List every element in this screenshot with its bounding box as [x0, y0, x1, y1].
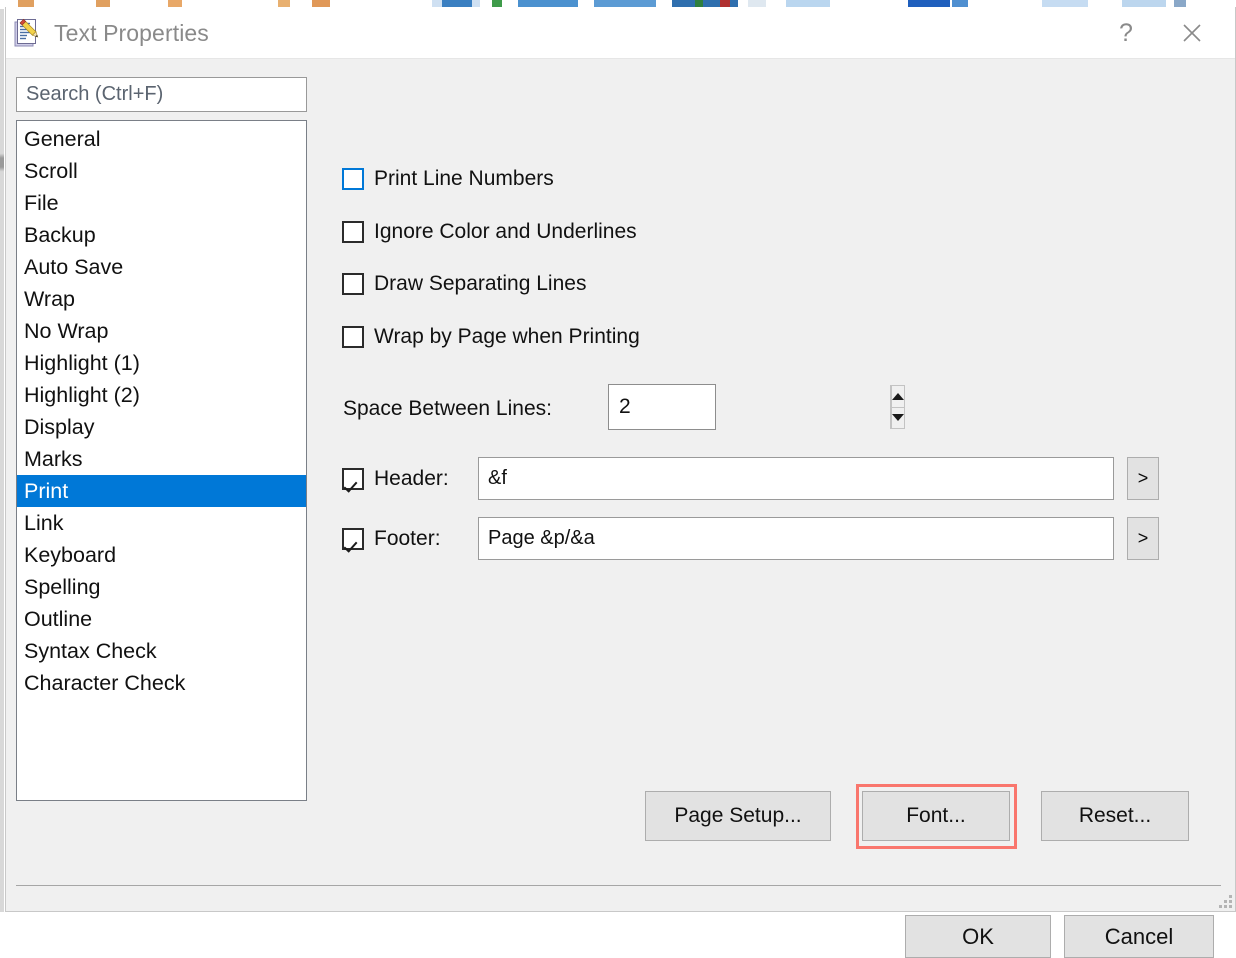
ok-button[interactable]: OK: [905, 915, 1051, 958]
checkbox-footer[interactable]: [342, 527, 364, 550]
background-chip: [748, 0, 766, 7]
header-more-button[interactable]: >: [1127, 457, 1159, 500]
checkbox-label-ignore-color-and-underlines: Ignore Color and Underlines: [374, 220, 637, 243]
background-chip: [278, 0, 290, 7]
titlebar: Text Properties ?: [6, 7, 1235, 59]
category-item[interactable]: Highlight (2): [17, 379, 306, 411]
checkbox-draw-separating-lines[interactable]: [342, 273, 364, 295]
triangle-down-icon: [892, 414, 904, 422]
background-chip: [594, 0, 656, 7]
space-between-lines-label: Space Between Lines:: [343, 397, 552, 420]
footer-more-button[interactable]: >: [1127, 517, 1159, 560]
category-item[interactable]: General: [17, 123, 306, 155]
category-item[interactable]: Scroll: [17, 155, 306, 187]
category-item[interactable]: Highlight (1): [17, 347, 306, 379]
background-chip: [518, 0, 578, 7]
search-input[interactable]: [16, 77, 307, 112]
background-chip: [695, 0, 703, 7]
background-chip: [492, 0, 502, 7]
category-item[interactable]: Syntax Check: [17, 635, 306, 667]
checkbox-row-print-line-numbers[interactable]: Print Line Numbers: [342, 167, 554, 191]
category-item[interactable]: Display: [17, 411, 306, 443]
background-chip: [18, 0, 34, 7]
space-between-lines-stepper[interactable]: [608, 384, 905, 430]
category-item[interactable]: Backup: [17, 219, 306, 251]
stepper-buttons[interactable]: [890, 385, 905, 429]
background-chip: [96, 0, 110, 7]
stepper-down-button[interactable]: [891, 406, 905, 429]
checkbox-row-wrap-by-page-when-printing[interactable]: Wrap by Page when Printing: [342, 325, 640, 349]
resize-grip[interactable]: [1218, 894, 1232, 908]
checkbox-wrap-by-page-when-printing[interactable]: [342, 326, 364, 348]
text-properties-dialog: Text Properties ? GeneralScrollFileBacku…: [5, 7, 1236, 958]
header-input[interactable]: [478, 457, 1114, 500]
help-icon[interactable]: ?: [1095, 7, 1157, 59]
category-item[interactable]: Link: [17, 507, 306, 539]
background-chip: [908, 0, 950, 7]
category-item[interactable]: No Wrap: [17, 315, 306, 347]
category-item[interactable]: Print: [17, 475, 306, 507]
checkbox-row-ignore-color-and-underlines[interactable]: Ignore Color and Underlines: [342, 220, 637, 244]
checkbox-print-line-numbers[interactable]: [342, 168, 364, 190]
header-row: Header: >: [342, 457, 1159, 500]
category-item[interactable]: Outline: [17, 603, 306, 635]
space-between-lines-input[interactable]: [609, 385, 890, 429]
stepper-up-button[interactable]: [891, 385, 905, 407]
cancel-button[interactable]: Cancel: [1064, 915, 1214, 958]
background-chip: [1042, 0, 1088, 7]
category-item[interactable]: Spelling: [17, 571, 306, 603]
checkbox-ignore-color-and-underlines[interactable]: [342, 221, 364, 243]
triangle-up-icon: [892, 392, 904, 400]
background-chip: [168, 0, 182, 7]
footer-divider: [16, 885, 1221, 886]
checkbox-label-wrap-by-page-when-printing: Wrap by Page when Printing: [374, 325, 640, 348]
category-item[interactable]: Wrap: [17, 283, 306, 315]
reset-button[interactable]: Reset...: [1041, 791, 1189, 841]
close-icon[interactable]: [1161, 7, 1223, 59]
background-chip: [786, 0, 830, 7]
checkbox-row-draw-separating-lines[interactable]: Draw Separating Lines: [342, 272, 586, 296]
checkbox-label-draw-separating-lines: Draw Separating Lines: [374, 272, 587, 295]
category-item[interactable]: Auto Save: [17, 251, 306, 283]
dialog-body: GeneralScrollFileBackupAuto SaveWrapNo W…: [6, 59, 1235, 958]
footer-input[interactable]: [478, 517, 1114, 560]
page-setup-button[interactable]: Page Setup...: [645, 791, 831, 841]
category-item[interactable]: Keyboard: [17, 539, 306, 571]
header-label: Header:: [374, 466, 449, 490]
footer-row: Footer: >: [342, 517, 1159, 560]
background-chip: [1174, 0, 1186, 7]
background-chip: [720, 0, 730, 7]
background-chip: [952, 0, 968, 7]
background-chip: [1122, 0, 1166, 7]
checkbox-label-print-line-numbers: Print Line Numbers: [374, 167, 554, 190]
font-button[interactable]: Font...: [862, 791, 1010, 841]
category-item[interactable]: File: [17, 187, 306, 219]
category-list[interactable]: General Scroll File Backup Auto Save Wrap No W…: [16, 120, 307, 801]
notepad-pencil-icon: [14, 17, 42, 49]
category-item[interactable]: Marks: [17, 443, 306, 475]
checkbox-header[interactable]: [342, 467, 364, 490]
category-item[interactable]: Character Check: [17, 667, 306, 699]
background-chip: [312, 0, 330, 7]
footer-label: Footer:: [374, 526, 441, 550]
page-title: Text Properties: [54, 19, 209, 46]
background-chip: [442, 0, 472, 7]
background-scrollbar[interactable]: [0, 9, 4, 912]
